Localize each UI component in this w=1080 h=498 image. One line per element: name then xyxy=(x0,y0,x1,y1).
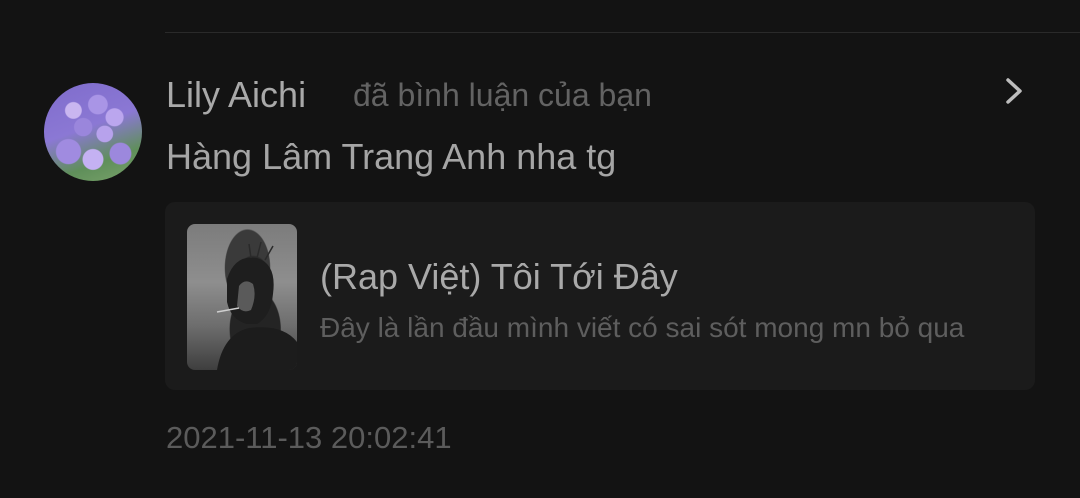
timestamp: 2021-11-13 20:02:41 xyxy=(166,420,452,455)
avatar[interactable] xyxy=(44,83,142,181)
story-card[interactable]: (Rap Việt) Tôi Tới Đây Đây là lần đầu mì… xyxy=(165,202,1035,390)
story-thumbnail xyxy=(187,224,297,370)
story-title: (Rap Việt) Tôi Tới Đây xyxy=(320,256,678,297)
story-description: Đây là lần đầu mình viết có sai sót mong… xyxy=(320,312,965,343)
story-cover-image xyxy=(216,241,297,370)
notification-action-text: đã bình luận của bạn xyxy=(353,77,652,113)
author-name[interactable]: Lily Aichi xyxy=(166,73,306,117)
chevron-right-icon[interactable] xyxy=(998,74,1032,108)
comment-text: Hàng Lâm Trang Anh nha tg xyxy=(166,136,617,177)
top-divider xyxy=(165,32,1080,33)
